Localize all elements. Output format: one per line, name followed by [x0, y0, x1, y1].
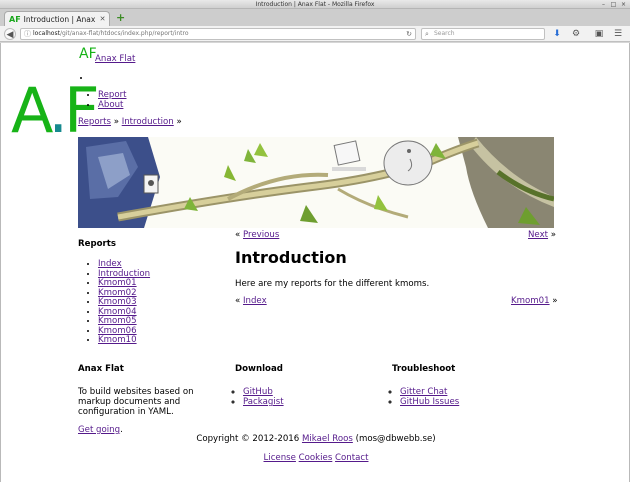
pager-bottom-next: Kmom01 » [511, 296, 558, 306]
report-link-kmom04[interactable]: Kmom04 [98, 307, 137, 317]
download-icon[interactable]: ⬇ [551, 28, 563, 40]
navbar-item: Report [98, 90, 127, 100]
intro-text: Here are my reports for the different km… [235, 279, 430, 289]
copyright-prefix: Copyright © 2012-2016 [196, 434, 300, 444]
footer-heading-download: Download [235, 364, 283, 374]
report-link-introduction[interactable]: Introduction [98, 269, 150, 279]
footer-col-troubleshoot: Troubleshoot Gitter Chat GitHub Issues [392, 364, 542, 407]
list-item: Gitter Chat [400, 387, 542, 397]
search-placeholder: Search [434, 30, 455, 37]
tab-strip: AF Introduction | Anax Flat ✕ + [0, 9, 630, 26]
new-tab-icon[interactable]: + [116, 12, 128, 24]
github-link[interactable]: GitHub [243, 387, 273, 397]
footer-heading-anax: Anax Flat [78, 364, 124, 374]
tools-icon[interactable]: ⚙ [570, 28, 582, 40]
sidebar-icon[interactable]: ▣ [593, 28, 605, 40]
breadcrumb: Reports » Introduction » [78, 117, 182, 127]
license-link[interactable]: License [264, 453, 296, 463]
report-link-kmom05[interactable]: Kmom05 [98, 316, 137, 326]
footer-col-download: Download GitHub Packagist [235, 364, 385, 407]
troubleshoot-list: Gitter Chat GitHub Issues [392, 387, 542, 407]
report-link-kmom06[interactable]: Kmom06 [98, 326, 137, 336]
hero-image [78, 137, 554, 228]
list-item: GitHub [243, 387, 385, 397]
window-titlebar: Introduction | Anax Flat - Mozilla Firef… [0, 0, 630, 9]
report-link-kmom01[interactable]: Kmom01 [98, 278, 137, 288]
navbar-item: About [98, 100, 127, 110]
github-issues-link[interactable]: GitHub Issues [400, 397, 459, 407]
copyright: Copyright © 2012-2016 Mikael Roos (mos@d… [1, 434, 629, 444]
big-logo: A.F [11, 74, 100, 147]
url-path: /git/anax-flat/htdocs/index.php/report/i… [59, 30, 189, 37]
report-link-index[interactable]: Index [98, 259, 122, 269]
search-icon: ⌕ [425, 30, 429, 38]
browser-tab[interactable]: AF Introduction | Anax Flat ✕ [4, 11, 110, 26]
breadcrumb-separator: » [176, 117, 182, 127]
pager-bottom-previous: « Index [235, 296, 267, 306]
breadcrumb-introduction[interactable]: Introduction [122, 117, 174, 127]
favicon-icon: AF [9, 14, 21, 24]
window-controls: – □ × [600, 1, 627, 8]
main-navbar: Report About [98, 90, 127, 110]
minimize-icon[interactable]: – [600, 1, 607, 8]
site-title-link[interactable]: Anax Flat [95, 54, 135, 64]
nav-link-about[interactable]: About [98, 100, 123, 110]
breadcrumb-reports[interactable]: Reports [78, 117, 111, 127]
report-link-kmom03[interactable]: Kmom03 [98, 297, 137, 307]
back-arrow-icon[interactable]: ◀ [4, 28, 16, 40]
page-title: Introduction [235, 248, 347, 267]
index-link[interactable]: Index [243, 296, 267, 306]
reload-icon[interactable]: ↻ [406, 29, 412, 39]
browser-navbar: ◀ ⓘ localhost/git/anax-flat/htdocs/index… [0, 26, 630, 42]
reports-heading: Reports [78, 239, 116, 249]
packagist-link[interactable]: Packagist [243, 397, 284, 407]
copyright-email: (mos@dbwebb.se) [355, 434, 436, 444]
footer-col-anax: Anax Flat To build websites based on mar… [78, 364, 228, 443]
download-list: GitHub Packagist [235, 387, 385, 407]
tab-title: Introduction | Anax Flat [23, 14, 98, 24]
pager-previous: « Previous [235, 230, 280, 240]
list-item: Kmom10 [98, 335, 218, 346]
reports-sidebar: Reports Index Introduction Kmom01 Kmom02… [78, 239, 218, 346]
list-item: Packagist [243, 397, 385, 407]
footer-anax-text: To build websites based on markup docume… [78, 387, 194, 417]
close-window-icon[interactable]: × [620, 1, 627, 8]
reports-list: Index Introduction Kmom01 Kmom02 Kmom03 … [78, 259, 218, 346]
cookies-link[interactable]: Cookies [299, 453, 333, 463]
footer-heading-troubleshoot: Troubleshoot [392, 364, 456, 374]
url-host: localhost [33, 30, 60, 37]
tab-close-icon[interactable]: ✕ [98, 15, 107, 23]
footer-links: License Cookies Contact [1, 453, 629, 463]
maximize-icon[interactable]: □ [610, 1, 617, 8]
report-link-kmom10[interactable]: Kmom10 [98, 335, 137, 345]
kmom01-link[interactable]: Kmom01 [511, 296, 550, 306]
menu-icon[interactable]: ☰ [612, 28, 624, 40]
big-logo-a: A [11, 74, 52, 147]
author-link[interactable]: Mikael Roos [302, 434, 353, 444]
page-viewport: A.F AF Anax Flat Report About Reports » … [0, 43, 630, 482]
list-item: GitHub Issues [400, 397, 542, 407]
previous-link[interactable]: Previous [243, 230, 279, 240]
pager-next: Next » [528, 230, 557, 240]
window-title: Introduction | Anax Flat - Mozilla Firef… [255, 1, 375, 8]
breadcrumb-separator: » [113, 117, 119, 127]
hero-illustration [78, 137, 554, 228]
contact-link[interactable]: Contact [335, 453, 368, 463]
gitter-chat-link[interactable]: Gitter Chat [400, 387, 447, 397]
search-bar[interactable]: ⌕ Search [421, 28, 545, 40]
nav-link-report[interactable]: Report [98, 90, 127, 100]
site-info-icon[interactable]: ⓘ [24, 29, 31, 39]
url-bar[interactable]: ⓘ localhost/git/anax-flat/htdocs/index.p… [20, 28, 416, 40]
next-link[interactable]: Next [528, 230, 548, 240]
report-link-kmom02[interactable]: Kmom02 [98, 288, 137, 298]
site-logo-icon[interactable]: AF [79, 47, 97, 61]
